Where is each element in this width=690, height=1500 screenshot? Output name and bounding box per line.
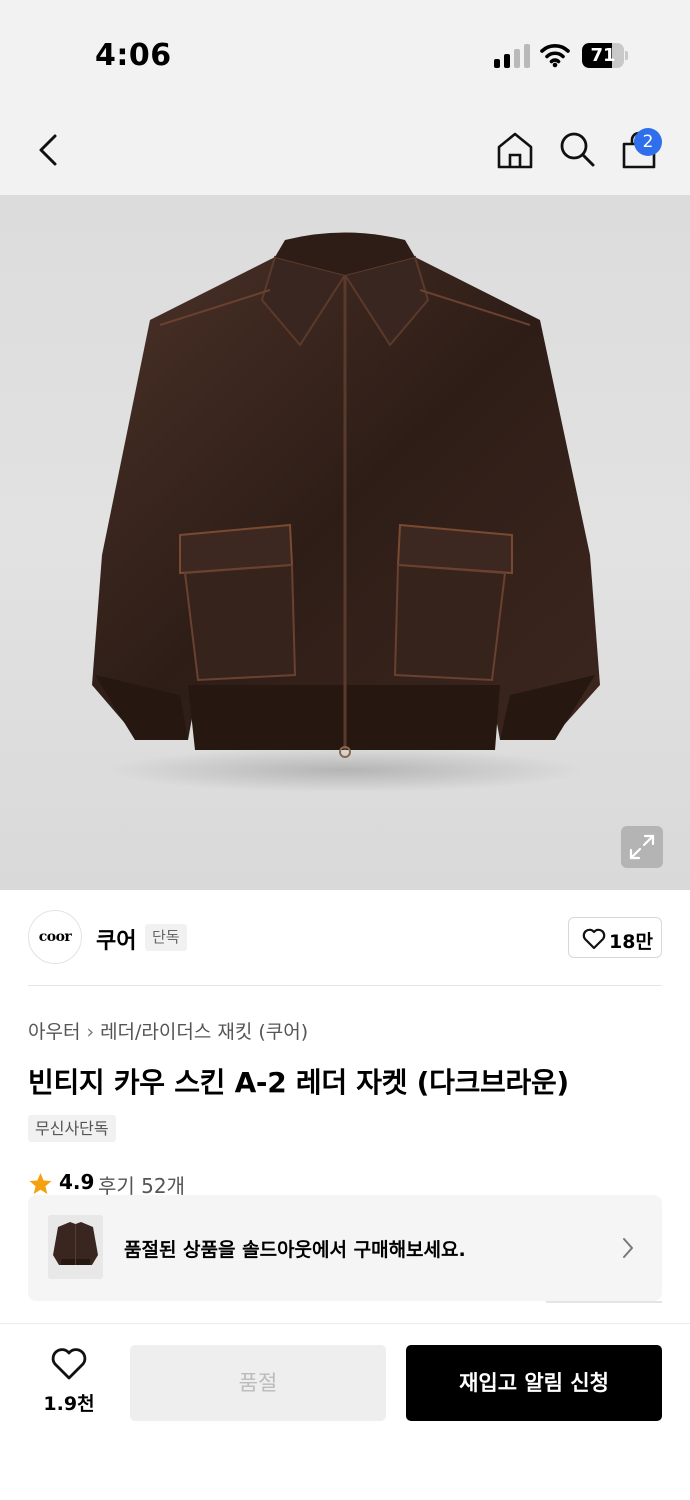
star-icon xyxy=(29,1173,52,1194)
brand-like-button[interactable]: 18만 xyxy=(568,917,662,958)
heart-icon xyxy=(51,1348,87,1380)
expand-icon xyxy=(629,834,655,860)
soldout-thumbnail xyxy=(48,1215,103,1279)
top-nav-bar xyxy=(0,105,690,195)
expand-image-button[interactable] xyxy=(621,826,663,868)
home-icon xyxy=(497,132,533,169)
breadcrumb-category[interactable]: 아우터 xyxy=(28,1021,80,1043)
heart-icon xyxy=(582,928,606,950)
jacket-thumbnail-illustration xyxy=(53,1222,98,1265)
wifi-icon xyxy=(540,44,570,68)
home-button[interactable] xyxy=(495,130,535,170)
battery-icon: 71 xyxy=(582,43,628,68)
cellular-signal-icon xyxy=(494,44,530,68)
brand-name[interactable]: 쿠어 xyxy=(96,923,136,955)
rating-value: 4.9 xyxy=(59,1170,95,1194)
soldout-banner-text: 품절된 상품을 솔드아웃에서 구매해보세요. xyxy=(124,1239,466,1261)
product-title: 빈티지 카우 스킨 A-2 레더 자켓 (다크브라운) xyxy=(28,1066,569,1099)
status-bar: 4:06 71 xyxy=(0,0,690,105)
brand-logo[interactable]: coor xyxy=(28,910,82,964)
chevron-right-icon: › xyxy=(86,1021,95,1043)
section-divider xyxy=(28,985,662,986)
soldout-button: 품절 xyxy=(130,1345,386,1421)
brand-exclusive-tag: 단독 xyxy=(145,924,187,951)
battery-percent: 71 xyxy=(590,45,616,66)
bottom-bar-divider xyxy=(0,1323,690,1324)
musinsa-exclusive-tag: 무신사단독 xyxy=(28,1115,116,1142)
cart-count-badge: 2 xyxy=(634,128,662,156)
search-button[interactable] xyxy=(557,130,597,170)
product-image[interactable] xyxy=(0,195,690,890)
breadcrumb-subcategory[interactable]: 레더/라이더스 재킷 (쿠어) xyxy=(100,1021,308,1043)
partial-element-edge xyxy=(546,1301,662,1303)
brand-like-count: 18만 xyxy=(609,931,653,953)
breadcrumb: 아우터 › 레더/라이더스 재킷 (쿠어) xyxy=(28,1017,308,1044)
status-time: 4:06 xyxy=(95,38,172,73)
jacket-illustration xyxy=(92,232,600,792)
restock-notification-button[interactable]: 재입고 알림 신청 xyxy=(406,1345,662,1421)
wishlist-button[interactable]: 1.9천 xyxy=(28,1345,110,1421)
back-button[interactable] xyxy=(30,130,70,170)
chevron-left-icon xyxy=(39,134,57,166)
search-icon xyxy=(560,132,595,167)
soldout-banner[interactable]: 품절된 상품을 솔드아웃에서 구매해보세요. xyxy=(28,1195,662,1301)
chevron-right-icon xyxy=(623,1238,633,1258)
wishlist-count: 1.9천 xyxy=(43,1393,95,1415)
